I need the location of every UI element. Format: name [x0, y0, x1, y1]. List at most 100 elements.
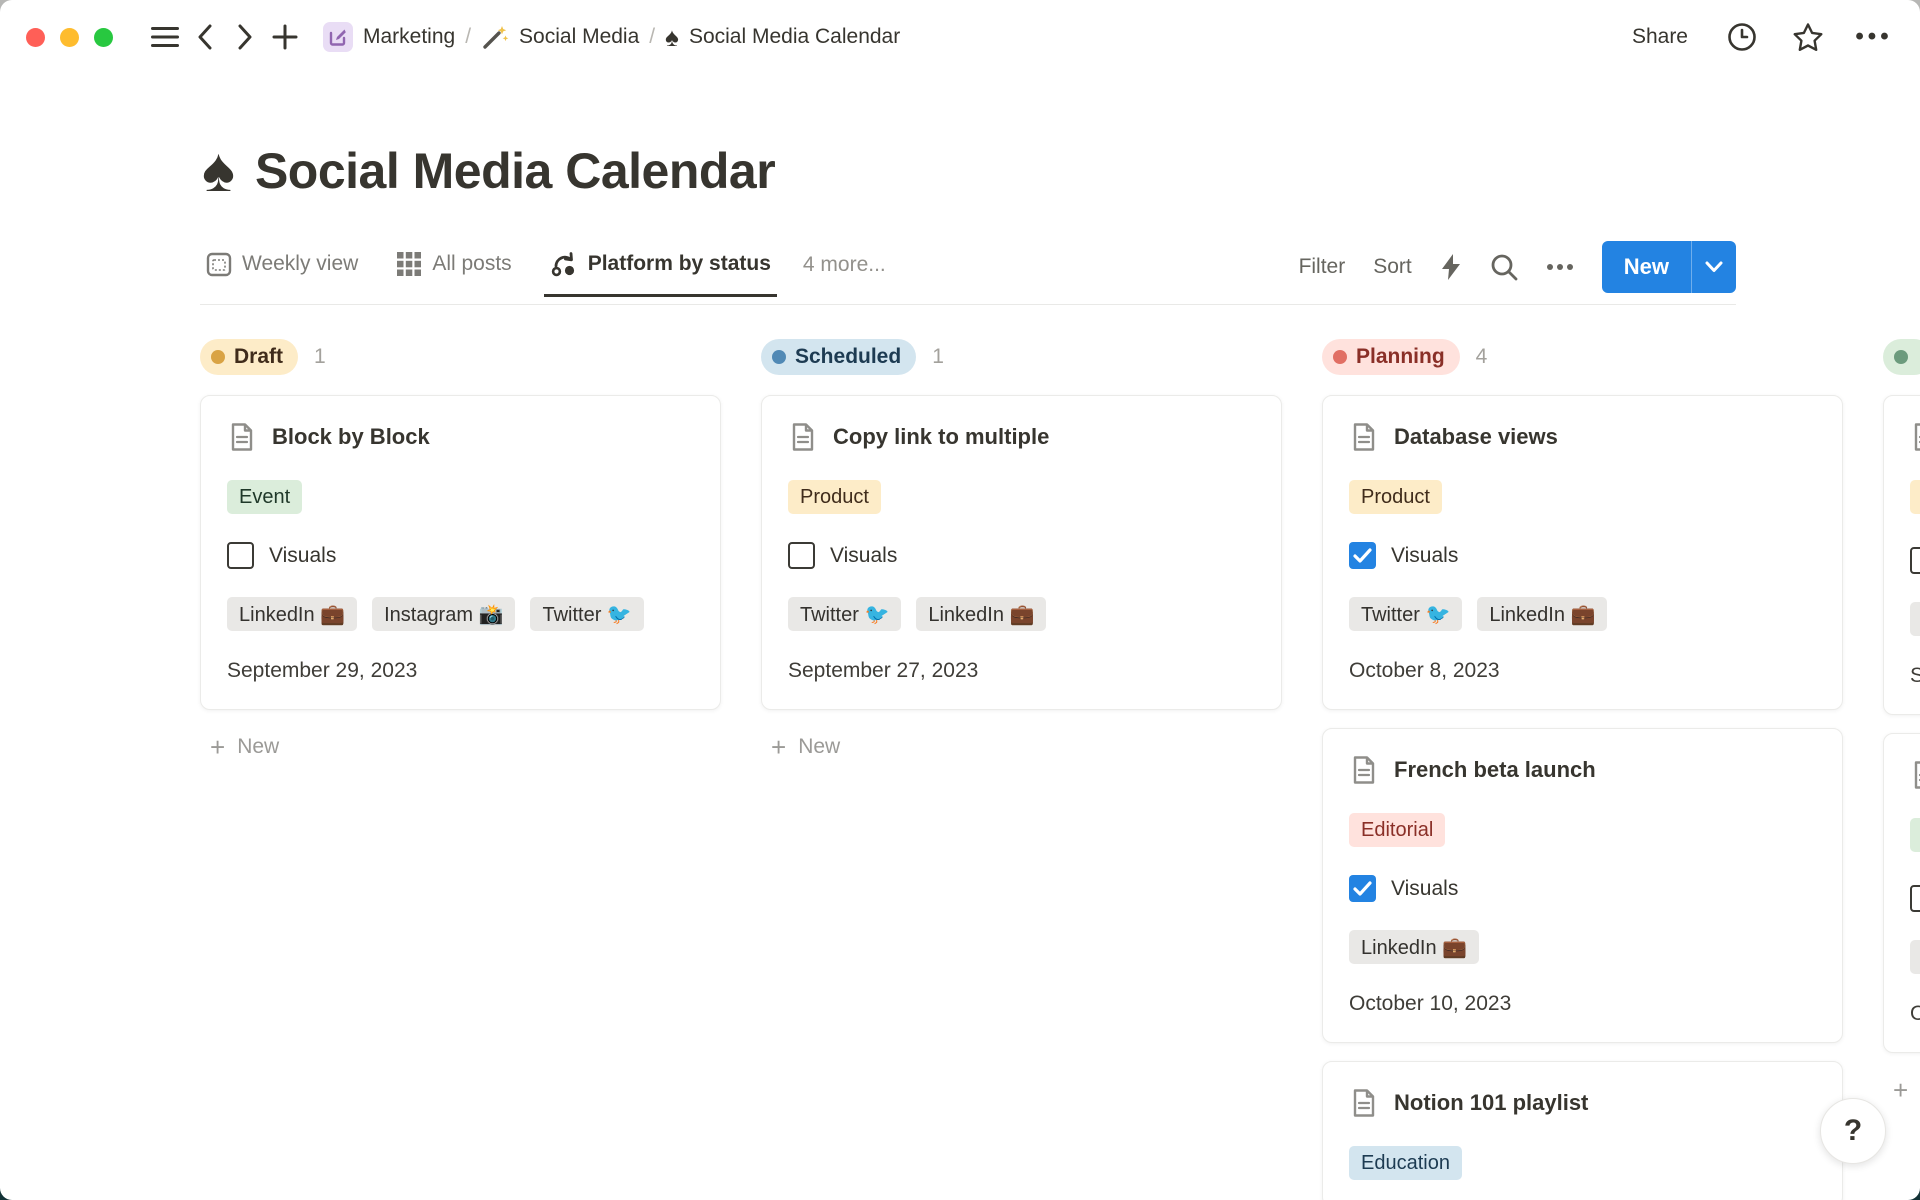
column-new-button[interactable]: + New [1883, 1069, 1920, 1111]
page-icon [1349, 1088, 1379, 1118]
minimize-window-button[interactable] [60, 28, 79, 47]
board-card[interactable]: Database views Product Visuals Twitter 🐦… [1322, 395, 1843, 710]
sort-button[interactable]: Sort [1373, 255, 1412, 279]
card-title-row: Notion 101 playlist [1349, 1088, 1816, 1118]
checkbox-label: Visuals [1391, 544, 1458, 568]
page-spade-icon: ♠ [202, 140, 235, 202]
help-button[interactable]: ? [1820, 1098, 1886, 1164]
share-button[interactable]: Share [1624, 19, 1696, 55]
sidebar-toggle-button[interactable] [145, 17, 185, 57]
star-icon [1792, 22, 1824, 52]
visuals-checkbox[interactable] [1349, 875, 1376, 902]
column-name: Planning [1356, 345, 1445, 369]
category-tag: Product [788, 480, 881, 514]
card-date: S [1910, 664, 1920, 688]
card-title-row [1910, 422, 1920, 452]
column-status-pill[interactable]: Scheduled [761, 339, 916, 375]
checkbox-label: Visuals [269, 544, 336, 568]
visuals-checkbox[interactable] [788, 542, 815, 569]
platform-tag: LinkedIn 💼 [1477, 597, 1607, 631]
card-title-row: Copy link to multiple [788, 422, 1255, 452]
platform-tag [1910, 940, 1920, 974]
category-tag: Editorial [1349, 813, 1445, 847]
page-icon [1910, 422, 1920, 452]
visuals-row [1910, 885, 1920, 912]
column-count: 1 [932, 345, 944, 369]
column-new-button[interactable]: + New [200, 726, 721, 768]
platform-tags: LinkedIn 💼Instagram 📸Twitter 🐦 [227, 597, 694, 631]
view-options-button[interactable] [1546, 263, 1574, 271]
check-icon [1353, 548, 1372, 563]
grid-view-icon [396, 251, 422, 277]
search-view-button[interactable] [1490, 253, 1518, 281]
ellipsis-icon [1546, 263, 1574, 271]
column-new-button[interactable]: + New [761, 726, 1282, 768]
category-tag: Event [227, 480, 302, 514]
platform-tag [1910, 602, 1920, 636]
card-title: Notion 101 playlist [1394, 1090, 1588, 1116]
checkbox-label: Visuals [830, 544, 897, 568]
tab-all-posts[interactable]: All posts [390, 251, 517, 296]
more-options-button[interactable]: ••• [1854, 17, 1894, 57]
column-status-pill[interactable]: Planning [1322, 339, 1460, 375]
plus-icon: + [771, 734, 786, 760]
tab-platform-by-status[interactable]: Platform by status [544, 250, 777, 297]
more-views-button[interactable]: 4 more... [803, 253, 886, 293]
board-card[interactable]: O [1883, 733, 1920, 1053]
visuals-checkbox[interactable] [1910, 885, 1920, 912]
column-count: 1 [314, 345, 326, 369]
column-name: Scheduled [795, 345, 901, 369]
card-date: O [1910, 1002, 1920, 1026]
edit-icon [323, 22, 353, 52]
plus-icon [272, 24, 298, 50]
favorite-button[interactable] [1788, 17, 1828, 57]
category-tag: Product [1349, 480, 1442, 514]
board: Draft 1 Block by Block Event Visuals Lin… [0, 305, 1920, 1200]
visuals-checkbox[interactable] [1349, 542, 1376, 569]
board-card[interactable]: Notion 101 playlist Education [1322, 1061, 1843, 1200]
new-label: New [798, 735, 840, 759]
automations-button[interactable] [1440, 253, 1462, 281]
page-icon [1910, 760, 1920, 790]
spade-icon: ♠ [665, 24, 679, 50]
column-cards: Block by Block Event Visuals LinkedIn 💼I… [200, 395, 721, 710]
zoom-window-button[interactable] [94, 28, 113, 47]
visuals-checkbox[interactable] [1910, 547, 1920, 574]
new-dropdown-button[interactable] [1691, 241, 1736, 293]
filter-button[interactable]: Filter [1299, 255, 1346, 279]
status-dot-icon [1894, 350, 1908, 364]
column-header: Scheduled 1 [761, 339, 1282, 375]
board-card[interactable]: Copy link to multiple Product Visuals Tw… [761, 395, 1282, 710]
breadcrumb-item-marketing[interactable]: Marketing [323, 22, 455, 52]
nav-back-button[interactable] [185, 17, 225, 57]
board-card[interactable]: French beta launch Editorial Visuals Lin… [1322, 728, 1843, 1043]
status-dot-icon [772, 350, 786, 364]
visuals-checkbox[interactable] [227, 542, 254, 569]
column-status-pill[interactable]: Draft [200, 339, 298, 375]
card-title: French beta launch [1394, 757, 1596, 783]
nav-forward-button[interactable] [225, 17, 265, 57]
column-name: Draft [234, 345, 283, 369]
history-button[interactable] [1722, 17, 1762, 57]
clock-icon [1727, 22, 1757, 52]
page-header: ♠ Social Media Calendar [202, 140, 1920, 202]
close-window-button[interactable] [26, 28, 45, 47]
new-tab-button[interactable] [265, 17, 305, 57]
card-title: Block by Block [272, 424, 430, 450]
board-view-icon [550, 250, 578, 278]
plus-icon: + [210, 734, 225, 760]
column-cards: S O [1883, 395, 1920, 1053]
board-card[interactable]: Block by Block Event Visuals LinkedIn 💼I… [200, 395, 721, 710]
card-title-row [1910, 760, 1920, 790]
ellipsis-icon: ••• [1855, 23, 1892, 51]
platform-tags [1910, 940, 1920, 974]
tab-weekly-view[interactable]: Weekly view [200, 251, 364, 296]
breadcrumb-item-social-media-calendar[interactable]: ♠ Social Media Calendar [665, 24, 900, 50]
visuals-row: Visuals [788, 542, 1255, 569]
platform-tags [1910, 602, 1920, 636]
column-status-pill[interactable] [1883, 339, 1920, 375]
breadcrumb-item-social-media[interactable]: Social Media [481, 23, 639, 51]
new-button[interactable]: New [1602, 241, 1691, 293]
board-card[interactable]: S [1883, 395, 1920, 715]
card-date: October 8, 2023 [1349, 659, 1816, 683]
